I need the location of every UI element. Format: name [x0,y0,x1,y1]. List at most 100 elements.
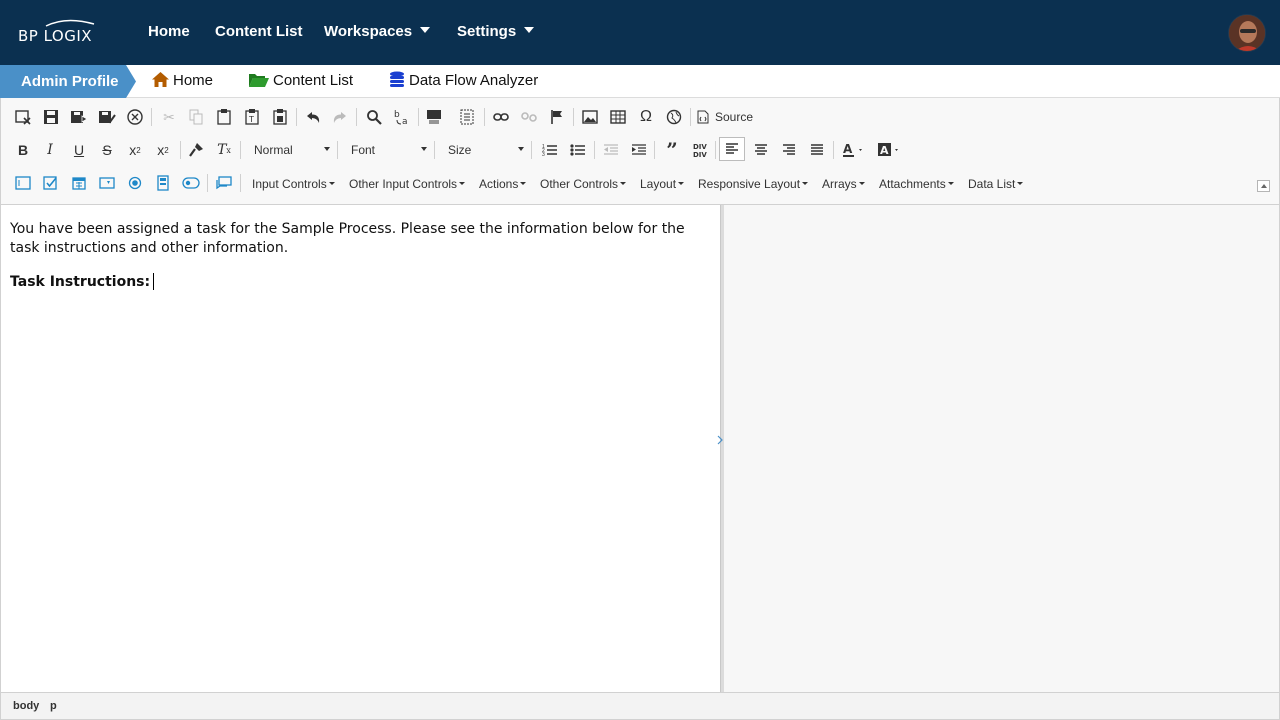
background-color-icon[interactable]: A [874,138,904,162]
editor-paragraph-intro[interactable]: You have been assigned a task for the Sa… [10,220,710,258]
toolbar-separator [240,174,241,192]
radio-control-icon[interactable] [122,171,148,195]
splitter-collapse-icon[interactable] [717,432,723,448]
select-all-icon[interactable] [421,105,447,129]
chevron-down-icon [678,182,685,186]
path-p[interactable]: p [50,700,57,712]
source-button[interactable]: Source [697,105,761,129]
menu-input-controls-label: Input Controls [252,177,327,191]
replace-icon[interactable]: ba [389,105,415,129]
folder-open-icon [249,73,269,87]
font-dropdown[interactable]: Font [343,139,427,161]
path-body[interactable]: body [13,700,39,712]
menu-responsive-layout[interactable]: Responsive Layout [698,177,809,191]
strikethrough-icon[interactable]: S [94,138,120,162]
anchor-flag-icon[interactable] [544,105,570,129]
menu-actions-label: Actions [479,177,519,191]
align-left-icon[interactable] [719,137,745,161]
underline-icon[interactable]: U [66,138,92,162]
textbox-control-icon[interactable] [10,171,36,195]
show-blocks-icon[interactable] [454,105,480,129]
menu-arrays[interactable]: Arrays [822,177,865,191]
button-control-icon[interactable] [178,171,204,195]
menu-attachments[interactable]: Attachments [879,177,954,191]
menu-actions[interactable]: Actions [479,177,527,191]
comments-control-icon[interactable] [211,171,237,195]
nav-content-list-label: Content List [215,23,303,40]
redo-icon[interactable] [327,105,353,129]
image-icon[interactable] [577,105,603,129]
nav-workspaces[interactable]: Workspaces [324,23,431,40]
decrease-indent-icon[interactable] [598,138,624,162]
breadcrumb-active-label: Admin Profile [21,73,119,90]
table-icon[interactable] [605,105,631,129]
blockquote-icon[interactable]: ” [659,138,685,162]
nav-home[interactable]: Home [148,23,190,40]
menu-other-controls[interactable]: Other Controls [540,177,627,191]
paste-icon[interactable] [211,105,237,129]
listbox-control-icon[interactable] [150,171,176,195]
copy-formatting-icon[interactable] [183,138,209,162]
nav-content-list[interactable]: Content List [215,23,303,40]
paste-text-icon[interactable]: T [239,105,265,129]
link-icon[interactable] [488,105,514,129]
text-color-icon[interactable]: A [838,138,868,162]
align-center-icon[interactable] [748,138,774,162]
breadcrumb-data-flow-analyzer[interactable]: Data Flow Analyzer [389,71,538,89]
numbered-list-icon[interactable]: 123 [537,138,563,162]
div-container-icon[interactable]: DIV DIV [687,138,713,162]
justify-icon[interactable] [804,138,830,162]
superscript-icon[interactable]: x2 [150,138,176,162]
menu-data-list[interactable]: Data List [968,177,1024,191]
menu-layout-label: Layout [640,177,677,191]
task-instructions-label: Task Instructions: [10,274,151,290]
align-right-icon[interactable] [776,138,802,162]
collapse-toolbar-button[interactable] [1257,180,1270,192]
find-icon[interactable] [361,105,387,129]
dropdown-control-icon[interactable] [94,171,120,195]
italic-icon[interactable]: I [37,138,63,162]
save-icon[interactable] [38,105,64,129]
nav-settings-label: Settings [457,23,517,40]
date-control-icon[interactable] [66,171,92,195]
toolbar-separator [356,108,357,126]
bold-icon[interactable]: B [10,138,36,162]
chevron-down-icon [420,27,431,34]
font-size-dropdown[interactable]: Size [440,139,524,161]
breadcrumb-home[interactable]: Home [152,71,213,89]
menu-other-input-controls[interactable]: Other Input Controls [349,177,466,191]
menu-other-controls-label: Other Controls [540,177,619,191]
svg-text:A: A [880,144,889,157]
menu-input-controls[interactable]: Input Controls [252,177,335,191]
editor-paragraph-task-instructions[interactable]: Task Instructions: [10,272,155,292]
toolbar-separator [418,108,419,126]
cancel-icon[interactable] [122,105,148,129]
svg-text:T: T [248,115,254,124]
globe-icon[interactable] [661,105,687,129]
font-size-value: Size [448,143,472,157]
increase-indent-icon[interactable] [626,138,652,162]
remove-format-icon[interactable]: Tx [211,138,237,162]
save-and-check-icon[interactable] [94,105,120,129]
close-form-icon[interactable] [10,105,36,129]
paste-from-word-icon[interactable] [267,105,293,129]
copy-icon[interactable] [183,105,209,129]
breadcrumb-admin-profile[interactable]: Admin Profile [0,65,136,98]
nav-settings[interactable]: Settings [457,23,535,40]
bulleted-list-icon[interactable] [565,138,591,162]
cut-icon[interactable]: ✂ [156,105,182,129]
special-character-icon[interactable]: Ω [633,105,659,129]
undo-icon[interactable] [300,105,326,129]
checkbox-control-icon[interactable] [38,171,64,195]
breadcrumb-content-list[interactable]: Content List [249,72,353,89]
bp-logix-logo[interactable]: BP LOGIX [18,18,104,46]
save-and-exit-icon[interactable] [66,105,92,129]
menu-layout[interactable]: Layout [640,177,685,191]
nav-workspaces-label: Workspaces [324,23,413,40]
paragraph-format-dropdown[interactable]: Normal [246,139,330,161]
subscript-icon[interactable]: x2 [122,138,148,162]
database-icon [390,71,404,88]
unlink-icon[interactable] [516,105,542,129]
user-avatar[interactable] [1228,14,1266,52]
editor-content-area[interactable]: You have been assigned a task for the Sa… [0,205,720,692]
